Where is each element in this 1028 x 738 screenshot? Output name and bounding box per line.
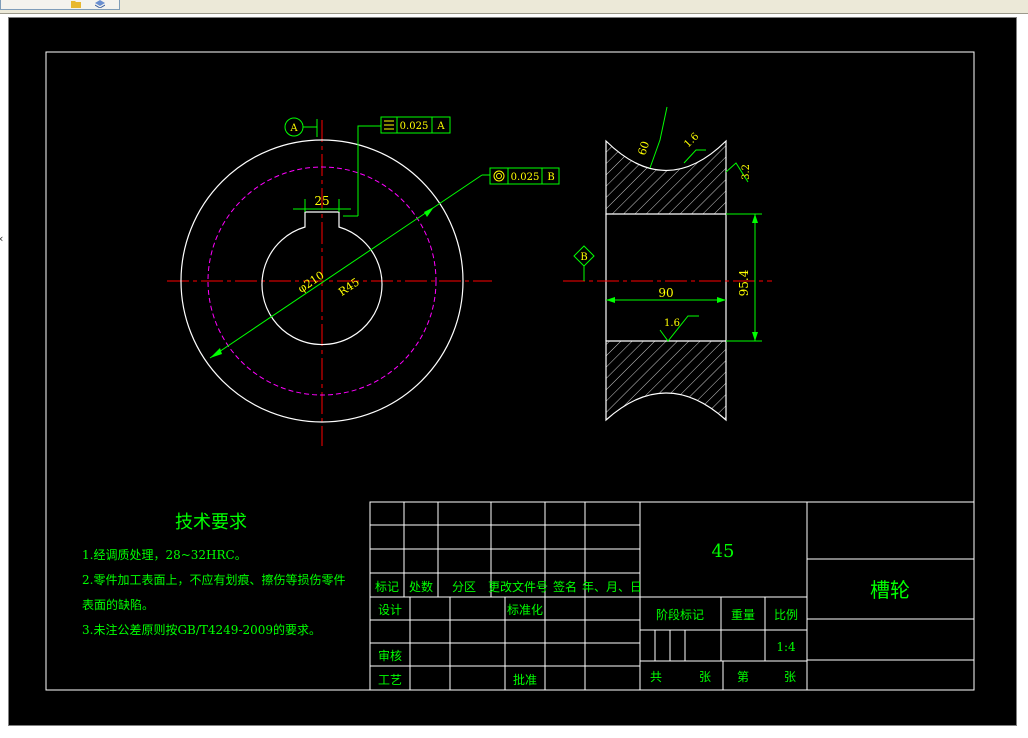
bore-radius-label: R45 bbox=[336, 275, 362, 298]
scale-label: 比例 bbox=[774, 608, 798, 622]
header-date: 年、月、日 bbox=[582, 580, 642, 594]
bore-depth-label: 95.4 bbox=[737, 269, 751, 296]
left-chevron-icon: ‹ bbox=[0, 232, 3, 245]
layers-icon[interactable] bbox=[95, 0, 105, 8]
toolbar-strip bbox=[0, 0, 1028, 14]
tech-req-item: 表面的缺陷。 bbox=[82, 597, 154, 612]
side-roughness-label: 3.2 bbox=[741, 164, 752, 180]
dim-arrowhead bbox=[210, 348, 222, 358]
bore-roughness-label: 1.6 bbox=[664, 318, 680, 329]
groove-angle-label: 60 bbox=[635, 140, 652, 157]
dim-arrowhead bbox=[752, 332, 758, 341]
sheets2-label: 张 bbox=[784, 670, 796, 684]
stage-mark-label: 阶段标记 bbox=[656, 607, 704, 622]
tech-req-item: 2.零件加工表面上，不应有划痕、擦伤等损伤零件 bbox=[82, 572, 345, 587]
runout-tolerance-value: 0.025 bbox=[511, 172, 540, 183]
scale-value: 1:4 bbox=[776, 640, 796, 654]
header-count: 处数 bbox=[409, 579, 433, 594]
toolbar-box bbox=[0, 0, 120, 10]
symmetry-datum-ref: A bbox=[436, 121, 445, 132]
tech-req-item: 1.经调质处理，28~32HRC。 bbox=[82, 548, 247, 562]
symmetry-icon bbox=[384, 120, 394, 130]
part-name: 槽轮 bbox=[870, 578, 910, 602]
process-label: 工艺 bbox=[378, 673, 402, 687]
concentricity-icon bbox=[493, 170, 505, 182]
tech-requirements: 技术要求 1.经调质处理，28~32HRC。 2.零件加工表面上，不应有划痕、擦… bbox=[82, 512, 345, 637]
datum-b-label: B bbox=[580, 252, 587, 263]
dim-arrowhead bbox=[717, 297, 726, 303]
upper-hatched-section bbox=[605, 139, 727, 215]
header-mark: 标记 bbox=[375, 580, 399, 594]
keyway-width-label: 25 bbox=[314, 194, 329, 208]
standardization-label: 标准化 bbox=[507, 603, 543, 617]
dim-arrowhead bbox=[424, 207, 434, 217]
lower-hatched-section bbox=[605, 340, 727, 422]
runout-datum-ref: B bbox=[547, 172, 554, 183]
tech-req-title: 技术要求 bbox=[175, 512, 247, 533]
drawing-svg: 25 0.025 A A φ210 R45 0.025 B 90 95.4 B … bbox=[45, 51, 975, 691]
weight-label: 重量 bbox=[731, 608, 755, 622]
datum-a-label: A bbox=[289, 123, 298, 134]
review-label: 审核 bbox=[378, 648, 402, 663]
sheets-label: 张 bbox=[699, 670, 711, 684]
section-view: 90 95.4 B 60 1.6 3.2 1.6 bbox=[563, 106, 772, 422]
header-change-doc: 更改文件号 bbox=[488, 579, 548, 594]
header-zone: 分区 bbox=[452, 580, 476, 594]
symmetry-tolerance-value: 0.025 bbox=[400, 121, 429, 132]
sheet-no-label: 第 bbox=[737, 670, 749, 684]
cad-canvas[interactable]: 25 0.025 A A φ210 R45 0.025 B 90 95.4 B … bbox=[9, 18, 1017, 726]
total-label: 共 bbox=[650, 670, 662, 684]
header-signature: 签名 bbox=[553, 579, 577, 594]
diameter-dimension-line bbox=[209, 174, 483, 359]
symmetry-leader bbox=[357, 125, 381, 216]
front-view: 25 0.025 A A φ210 R45 0.025 B bbox=[167, 116, 560, 446]
dim-arrowhead bbox=[752, 214, 758, 223]
drawing-border bbox=[45, 51, 975, 691]
hub-width-label: 90 bbox=[658, 286, 673, 300]
approve-label: 批准 bbox=[513, 672, 537, 687]
design-label: 设计 bbox=[378, 603, 402, 617]
groove-note-label: 1.6 bbox=[682, 131, 701, 150]
title-block-text: 标记 处数 分区 更改文件号 签名 年、月、日 设计 标准化 审核 工艺 批准 … bbox=[375, 541, 910, 687]
folder-icon[interactable] bbox=[71, 0, 81, 8]
tech-req-item: 3.未注公差原则按GB/T4249-2009的要求。 bbox=[82, 622, 321, 637]
dim-arrowhead bbox=[606, 297, 615, 303]
material-value: 45 bbox=[712, 541, 735, 562]
groove-angle-leader bbox=[649, 106, 668, 169]
